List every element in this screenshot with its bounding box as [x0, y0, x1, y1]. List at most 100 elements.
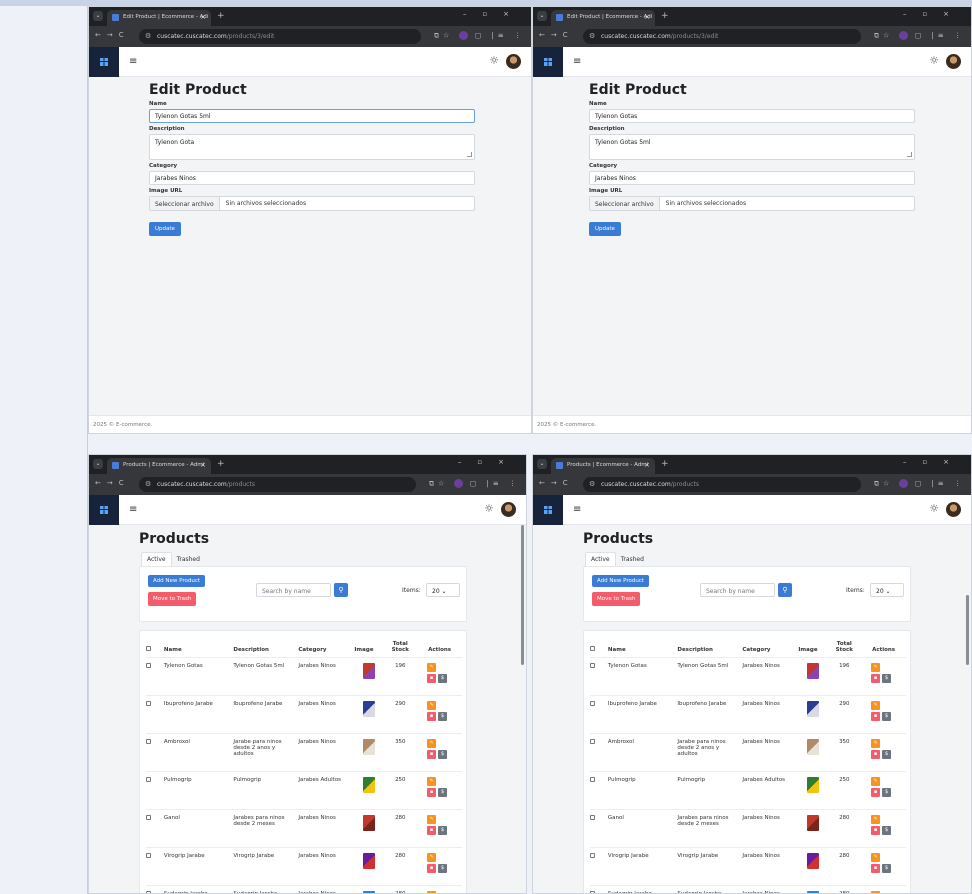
- hamburger-icon[interactable]: ≡: [129, 56, 137, 67]
- new-tab-icon[interactable]: +: [217, 459, 225, 469]
- dollar-icon[interactable]: $: [882, 787, 892, 797]
- avatar[interactable]: [501, 502, 516, 517]
- avatar[interactable]: [506, 54, 521, 69]
- site-info-icon[interactable]: ⚙: [145, 480, 151, 488]
- logo-icon[interactable]: [533, 495, 563, 525]
- nav-buttons[interactable]: ←→C: [539, 479, 574, 487]
- close-tab-icon[interactable]: ×: [200, 13, 206, 21]
- image-file-input[interactable]: Seleccionar archivo Sin archivos seleccio…: [589, 196, 915, 211]
- trash-icon[interactable]: ▪: [871, 863, 881, 873]
- close-tab-icon[interactable]: ×: [644, 461, 650, 469]
- tab-trashed[interactable]: Trashed: [172, 553, 205, 566]
- update-button[interactable]: Update: [149, 222, 181, 236]
- select-all-checkbox[interactable]: [146, 645, 151, 651]
- dollar-icon[interactable]: $: [882, 711, 892, 721]
- sun-icon[interactable]: ☼: [484, 502, 494, 515]
- hamburger-icon[interactable]: ≡: [573, 56, 581, 67]
- row-checkbox[interactable]: [146, 890, 151, 893]
- profile-icon[interactable]: [459, 31, 469, 40]
- row-checkbox[interactable]: [590, 890, 595, 893]
- edit-icon[interactable]: ✎: [871, 852, 881, 862]
- nav-buttons[interactable]: ←→C: [95, 479, 130, 487]
- avatar[interactable]: [946, 502, 961, 517]
- tab-search-icon[interactable]: ⌄: [537, 459, 547, 469]
- row-checkbox[interactable]: [146, 662, 151, 668]
- row-checkbox[interactable]: [146, 700, 151, 706]
- edit-icon[interactable]: ✎: [871, 776, 881, 786]
- dollar-icon[interactable]: $: [438, 711, 448, 721]
- trash-icon[interactable]: ▪: [427, 825, 437, 835]
- logo-icon[interactable]: [89, 495, 119, 525]
- url-field[interactable]: ⚙ cuscatec.cuscatec.com/products: [583, 477, 861, 492]
- tab-active[interactable]: Active: [141, 552, 172, 566]
- url-field[interactable]: ⚙ cuscatec.cuscatec.com/products/3/edit: [139, 29, 421, 44]
- avatar[interactable]: [946, 54, 961, 69]
- browser-tools[interactable]: ⧉☆ ▢ |≡ ⋮: [429, 479, 520, 489]
- edit-icon[interactable]: ✎: [427, 738, 437, 748]
- items-per-page-select[interactable]: 20 ⌄: [426, 583, 460, 597]
- description-textarea[interactable]: Tylenon Gotas 5ml: [589, 134, 915, 160]
- dollar-icon[interactable]: $: [882, 863, 892, 873]
- trash-icon[interactable]: ▪: [871, 787, 881, 797]
- edit-icon[interactable]: ✎: [871, 738, 881, 748]
- category-select[interactable]: Jarabes Ninos: [589, 171, 915, 185]
- row-checkbox[interactable]: [590, 738, 595, 744]
- trash-icon[interactable]: ▪: [427, 711, 437, 721]
- tab-search-icon[interactable]: ⌄: [93, 459, 103, 469]
- edit-icon[interactable]: ✎: [871, 700, 881, 710]
- row-checkbox[interactable]: [146, 776, 151, 782]
- search-input[interactable]: Search by name: [700, 583, 775, 597]
- trash-icon[interactable]: ▪: [871, 711, 881, 721]
- search-icon[interactable]: ⚲: [778, 583, 792, 597]
- trash-icon[interactable]: ▪: [427, 863, 437, 873]
- row-checkbox[interactable]: [590, 852, 595, 858]
- move-to-trash-button[interactable]: Move to Trash: [592, 592, 641, 606]
- site-info-icon[interactable]: ⚙: [589, 480, 595, 488]
- tab-active[interactable]: Active: [585, 552, 616, 566]
- trash-icon[interactable]: ▪: [871, 825, 881, 835]
- profile-icon[interactable]: [899, 479, 909, 488]
- url-field[interactable]: ⚙ cuscatec.cuscatec.com/products: [139, 477, 416, 492]
- choose-file-button[interactable]: Seleccionar archivo: [150, 197, 220, 210]
- browser-tools[interactable]: ⧉☆ ▢ |≡ ⋮: [874, 31, 965, 41]
- row-checkbox[interactable]: [590, 700, 595, 706]
- dollar-icon[interactable]: $: [882, 749, 892, 759]
- profile-icon[interactable]: [454, 479, 464, 488]
- row-checkbox[interactable]: [590, 814, 595, 820]
- site-info-icon[interactable]: ⚙: [145, 32, 151, 40]
- image-file-input[interactable]: Seleccionar archivo Sin archivos seleccio…: [149, 196, 475, 211]
- browser-tools[interactable]: ⧉☆ ▢ |≡ ⋮: [874, 479, 965, 489]
- tab-trashed[interactable]: Trashed: [616, 553, 649, 566]
- search-input[interactable]: Search by name: [256, 583, 331, 597]
- browser-tools[interactable]: ⧉☆ ▢ |≡ ⋮: [434, 31, 525, 41]
- browser-tab[interactable]: Edit Product | Ecommerce - Adi ×: [551, 10, 655, 26]
- items-per-page-select[interactable]: 20 ⌄: [870, 583, 904, 597]
- logo-icon[interactable]: [533, 47, 563, 77]
- category-select[interactable]: Jarabes Ninos: [149, 171, 475, 185]
- edit-icon[interactable]: ✎: [871, 890, 881, 893]
- row-checkbox[interactable]: [590, 776, 595, 782]
- dollar-icon[interactable]: $: [438, 673, 448, 683]
- dollar-icon[interactable]: $: [438, 825, 448, 835]
- name-input[interactable]: Tylenon Gotas: [589, 109, 915, 123]
- select-all-checkbox[interactable]: [590, 645, 595, 651]
- tab-search-icon[interactable]: ⌄: [537, 11, 547, 21]
- sun-icon[interactable]: ☼: [929, 54, 939, 67]
- add-product-button[interactable]: Add New Product: [148, 575, 206, 587]
- trash-icon[interactable]: ▪: [427, 749, 437, 759]
- trash-icon[interactable]: ▪: [427, 787, 437, 797]
- url-field[interactable]: ⚙ cuscatec.cuscatec.com/products/3/edit: [583, 29, 861, 44]
- window-controls[interactable]: –▫×: [458, 458, 520, 466]
- dollar-icon[interactable]: $: [882, 673, 892, 683]
- row-checkbox[interactable]: [146, 852, 151, 858]
- update-button[interactable]: Update: [589, 222, 621, 236]
- dollar-icon[interactable]: $: [882, 825, 892, 835]
- hamburger-icon[interactable]: ≡: [129, 504, 137, 515]
- trash-icon[interactable]: ▪: [871, 673, 881, 683]
- edit-icon[interactable]: ✎: [427, 852, 437, 862]
- sun-icon[interactable]: ☼: [489, 54, 499, 67]
- trash-icon[interactable]: ▪: [427, 673, 437, 683]
- new-tab-icon[interactable]: +: [661, 11, 669, 21]
- window-controls[interactable]: –▫×: [903, 10, 965, 18]
- hamburger-icon[interactable]: ≡: [573, 504, 581, 515]
